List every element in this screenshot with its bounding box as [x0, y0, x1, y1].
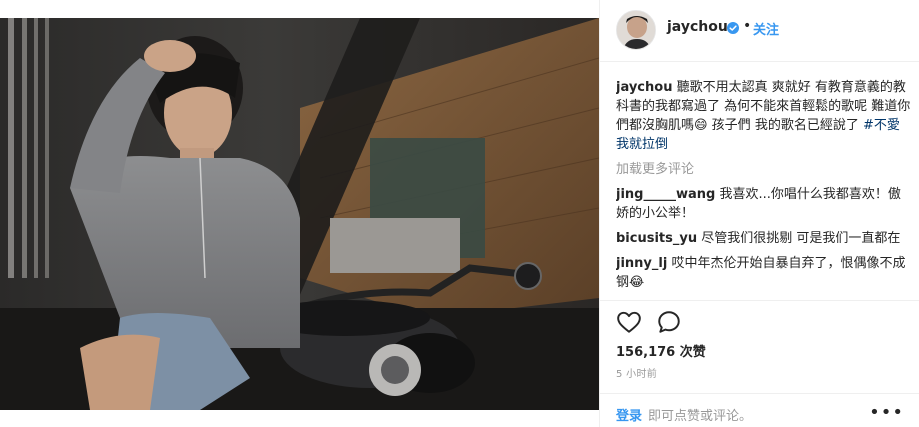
comment-username[interactable]: jing_____wang [616, 187, 715, 202]
post-header: jaychou • 关注 [600, 0, 919, 62]
caption-username[interactable]: jaychou [616, 80, 672, 95]
post-photo-illustration [0, 18, 599, 410]
comment-item: jing_____wang 我喜欢...你唱什么我都喜欢！傲娇的小公举！ [616, 185, 912, 223]
login-prompt-text: 即可点赞或评论。 [648, 409, 753, 424]
photo-pane [0, 0, 599, 427]
post-photo[interactable] [0, 18, 599, 410]
comment-text: 尽管我们很挑剔 可是我们一直都在 [701, 231, 901, 246]
avatar[interactable] [616, 10, 656, 50]
comment-username[interactable]: jinny_lj [616, 256, 667, 271]
comment-item: jinny_lj 哎中年杰伦开始自暴自弃了，恨偶像不成钢😂 [616, 254, 912, 292]
comment-item: bicusits_yu 尽管我们很挑剔 可是我们一直都在 [616, 229, 912, 248]
like-count[interactable]: 156,176 次赞 [616, 341, 706, 360]
login-link[interactable]: 登录 [616, 405, 642, 424]
comment-icon[interactable] [656, 309, 682, 335]
post-timestamp[interactable]: 5 小时前 [616, 365, 657, 380]
verified-badge-icon [727, 22, 739, 34]
avatar-portrait-icon [617, 11, 655, 49]
post-actions: 156,176 次赞 5 小时前 登录 即可点赞或评论。 ••• [600, 300, 919, 427]
post-caption: jaychou 聽歌不用太認真 爽就好 有教育意義的教科書的我都寫過了 為何不能… [616, 78, 912, 154]
header-separator: • [743, 18, 752, 34]
login-footer: 登录 即可点赞或评论。 ••• [600, 393, 919, 427]
author-username[interactable]: jaychou [667, 19, 728, 35]
post-sidebar: jaychou • 关注 jaychou 聽歌不用太認真 爽就好 有教育意義的教… [599, 0, 919, 427]
comment-list[interactable]: jaychou 聽歌不用太認真 爽就好 有教育意義的教科書的我都寫過了 為何不能… [616, 78, 912, 300]
more-options-icon[interactable]: ••• [869, 402, 904, 423]
follow-button[interactable]: 关注 [753, 19, 779, 38]
load-more-comments-button[interactable]: 加载更多评论 [616, 160, 912, 179]
heart-icon[interactable] [616, 309, 642, 335]
comment-username[interactable]: bicusits_yu [616, 231, 697, 246]
